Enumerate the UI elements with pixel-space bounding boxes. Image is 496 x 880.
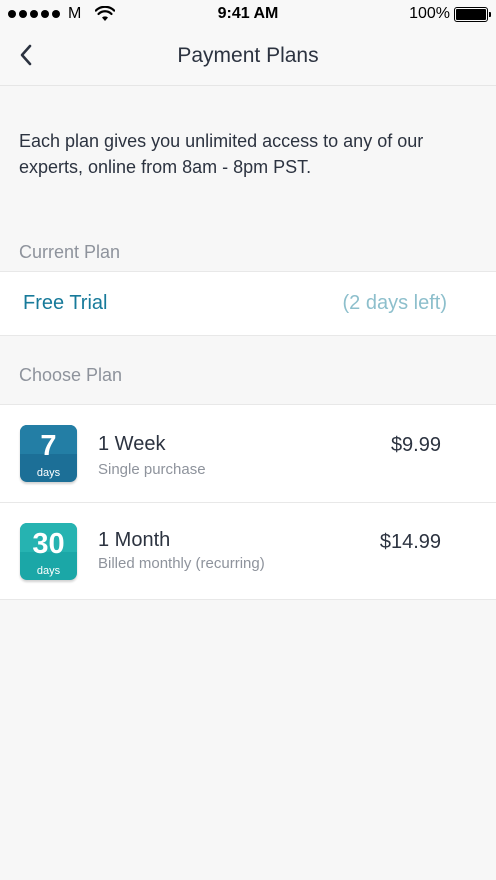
intro-text: Each plan gives you unlimited access to … <box>19 131 424 177</box>
month-badge-icon: 30 days <box>20 523 77 580</box>
badge-unit: days <box>36 467 61 479</box>
status-bar: M 9:41 AM 100% <box>0 0 496 28</box>
status-right: 100% <box>409 5 491 23</box>
plan-option-month[interactable]: 30 days 1 Month Billed monthly (recurrin… <box>0 502 496 599</box>
battery-icon <box>454 6 491 22</box>
plan-price: $9.99 <box>390 434 441 456</box>
plan-option-week[interactable]: 7 days 1 Week Single purchase $9.99 <box>0 405 496 502</box>
current-plan-header: Current Plan <box>19 242 121 262</box>
plan-title: 1 Week <box>98 433 166 455</box>
current-plan-row: Free Trial (2 days left) <box>0 271 496 336</box>
plan-subtitle: Single purchase <box>98 461 206 478</box>
badge-number: 30 <box>32 528 65 560</box>
plan-title: 1 Month <box>98 529 171 551</box>
page-title: Payment Plans <box>177 44 319 67</box>
current-plan-remaining: (2 days left) <box>342 292 447 314</box>
plan-list: 7 days 1 Week Single purchase $9.99 30 d… <box>0 404 496 600</box>
plan-price: $14.99 <box>379 531 441 553</box>
navigation-bar: Payment Plans <box>0 28 496 86</box>
badge-unit: days <box>36 565 61 577</box>
battery-percent: 100% <box>409 5 450 22</box>
choose-plan-header: Choose Plan <box>19 365 123 385</box>
badge-number: 7 <box>40 430 57 462</box>
week-badge-icon: 7 days <box>20 425 77 482</box>
plan-subtitle: Billed monthly (recurring) <box>98 555 265 572</box>
current-plan-name: Free Trial <box>23 292 108 314</box>
